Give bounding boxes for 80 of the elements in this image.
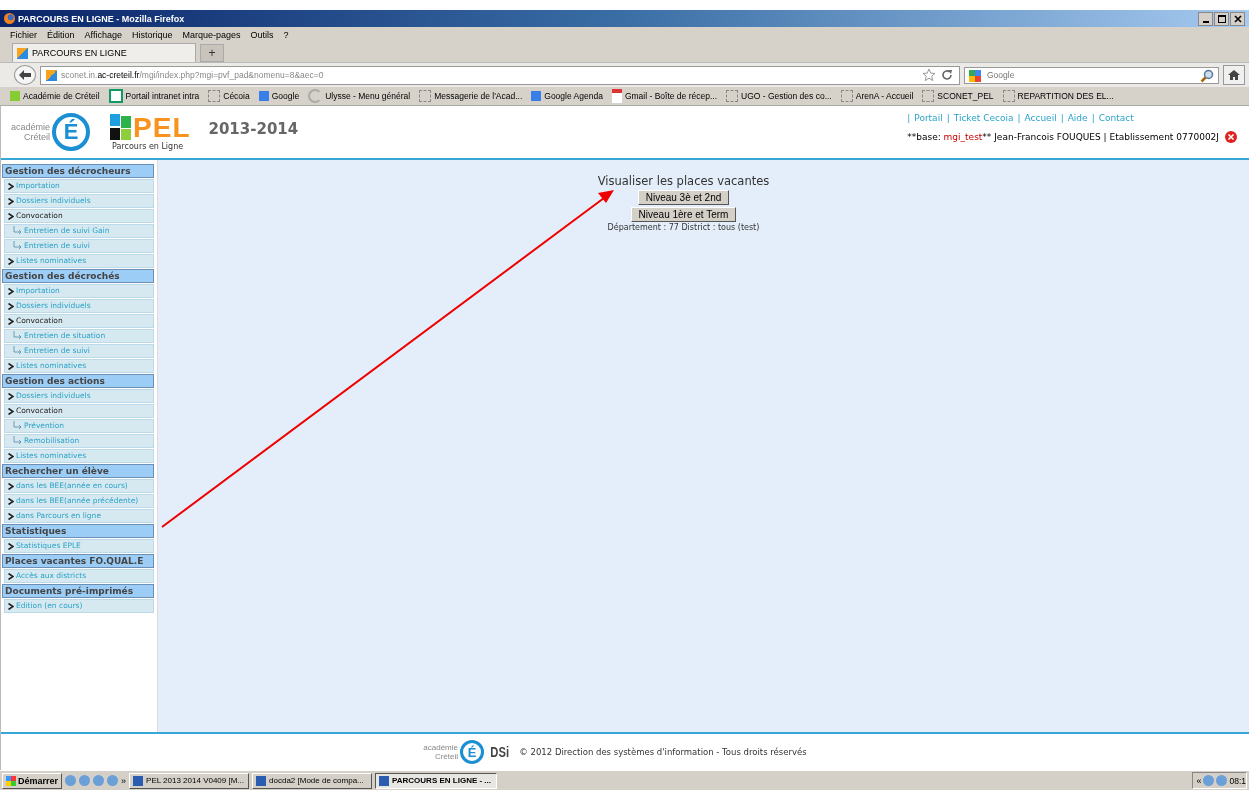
taskbar-button[interactable]: docda2 [Mode de compa... [252, 772, 373, 789]
url-text: sconet.in.ac-creteil.fr/mgi/index.php?mgi=pvf_pad&nomenu=8&aec=0 [61, 70, 325, 80]
search-icon[interactable] [1200, 68, 1214, 83]
app-logo: PEL Parcours en Ligne [110, 113, 191, 151]
window-title: PARCOURS EN LIGNE - Mozilla Firefox [18, 13, 185, 24]
bookmark-link[interactable]: UGO - Gestion des co... [726, 90, 832, 102]
sidebar-section-header: Rechercher un élève [2, 464, 154, 478]
link-separator: | [1091, 113, 1095, 123]
bookmark-link[interactable]: Portail intranet intra [108, 89, 200, 103]
sub-item-arrow-icon [13, 436, 22, 445]
menu-item[interactable]: Historique [131, 29, 173, 40]
reload-icon[interactable] [940, 68, 954, 82]
back-button[interactable] [14, 65, 36, 85]
taskbar-button[interactable]: PEL 2013 2014 V0409 [M... [129, 772, 250, 789]
menu-item[interactable]: Fichier [10, 29, 37, 40]
sub-item-arrow-icon [13, 421, 22, 430]
logout-icon[interactable] [1225, 131, 1237, 143]
menu-item[interactable]: Outils [250, 29, 274, 40]
chevron-icon [8, 602, 14, 610]
sub-item-arrow-icon [13, 241, 22, 250]
dsi-logo: DSi [490, 744, 509, 760]
address-field[interactable]: sconet.in.ac-creteil.fr/mgi/index.php?mgi=pvf_pad&nomenu=8&aec=0 [40, 65, 960, 85]
sub-item-arrow-icon [13, 346, 22, 355]
taskbar-button[interactable]: PARCOURS EN LIGNE - ... [375, 772, 498, 789]
search-field[interactable]: Google [964, 66, 1219, 84]
chevron-icon [8, 452, 14, 460]
chevron-icon [8, 572, 14, 580]
sub-item-arrow-icon [13, 331, 22, 340]
maximize-icon[interactable] [1214, 11, 1229, 26]
bookmark-link[interactable]: Google Agenda [531, 91, 603, 101]
home-icon [1227, 69, 1241, 81]
menu-item[interactable]: ? [283, 29, 289, 40]
user-info: **base: mgi_test** Jean-Francois FOUQUES | Etablissement 0770002J [907, 132, 1219, 142]
page-title: Visualiser les places vacantes [597, 174, 770, 188]
sub-item-arrow-icon [13, 226, 22, 235]
minimize-icon[interactable] [1198, 11, 1213, 26]
bookmark-link[interactable]: ArenA - Accueil [840, 90, 914, 102]
menu-item[interactable]: Affichage [84, 29, 122, 40]
favicon-icon [17, 47, 28, 59]
school-year: 2013-2014 [208, 120, 299, 138]
level-button[interactable]: Niveau 1ère et Term [630, 207, 737, 222]
browser-tab[interactable]: PARCOURS EN LIGNE [12, 43, 196, 62]
bookmark-link[interactable]: Ulysse - Menu général [308, 89, 411, 103]
sidebar-section-header: Places vacantes FO.QUAL.E [2, 554, 154, 568]
star-icon[interactable] [922, 68, 936, 82]
close-icon[interactable] [1230, 11, 1245, 26]
link-separator: | [1017, 113, 1021, 123]
bookmark-link[interactable]: Cécoia [208, 90, 250, 102]
bookmark-link[interactable]: REPARTITION DES EL... [1002, 90, 1114, 102]
link-separator: | [1060, 113, 1064, 123]
clock: 08:1 [1229, 775, 1246, 786]
sidebar-section-header: Gestion des actions [2, 374, 154, 388]
sidebar-section-header: Gestion des décrocheurs [2, 164, 154, 178]
chevron-icon [8, 362, 14, 370]
home-button[interactable] [1223, 65, 1245, 85]
level-button[interactable]: Niveau 3è et 2nd [637, 190, 730, 205]
tray-expand-button[interactable]: « [1196, 775, 1202, 786]
link-separator: | [907, 113, 911, 123]
more-button[interactable]: » [121, 775, 127, 786]
new-tab-button[interactable]: + [200, 44, 224, 62]
sidebar-section-header: Documents pré-imprimés [2, 584, 154, 598]
bookmark-link[interactable]: Gmail - Boîte de récep... [611, 89, 717, 103]
sidebar-section-header: Gestion des décrochés [2, 269, 154, 283]
bookmark-link[interactable]: Académie de Créteil [10, 91, 100, 101]
copyright-text: © 2012 Direction des systèmes d'information - Tous droits réservés [519, 747, 807, 757]
back-arrow-icon [18, 69, 32, 81]
academy-logo: académie Créteil É [11, 113, 91, 151]
sidebar-section-header: Statistiques [2, 524, 154, 538]
bookmark-link[interactable]: SCONET_PEL [922, 90, 994, 102]
menu-item[interactable]: Édition [47, 29, 75, 40]
start-button[interactable]: Démarrer [2, 772, 63, 789]
link-separator: | [946, 113, 950, 123]
chevron-icon [8, 542, 14, 550]
district-info: Département : 77 District : tous (test) [607, 223, 760, 232]
favicon-icon [46, 69, 57, 81]
menu-item[interactable]: Marque-pages [182, 29, 241, 40]
chevron-icon [8, 257, 14, 265]
academy-logo: académie Créteil É [423, 740, 484, 764]
bookmark-link[interactable]: Google [258, 91, 300, 101]
bookmark-link[interactable]: Messagerie de l'Acad... [419, 90, 523, 102]
